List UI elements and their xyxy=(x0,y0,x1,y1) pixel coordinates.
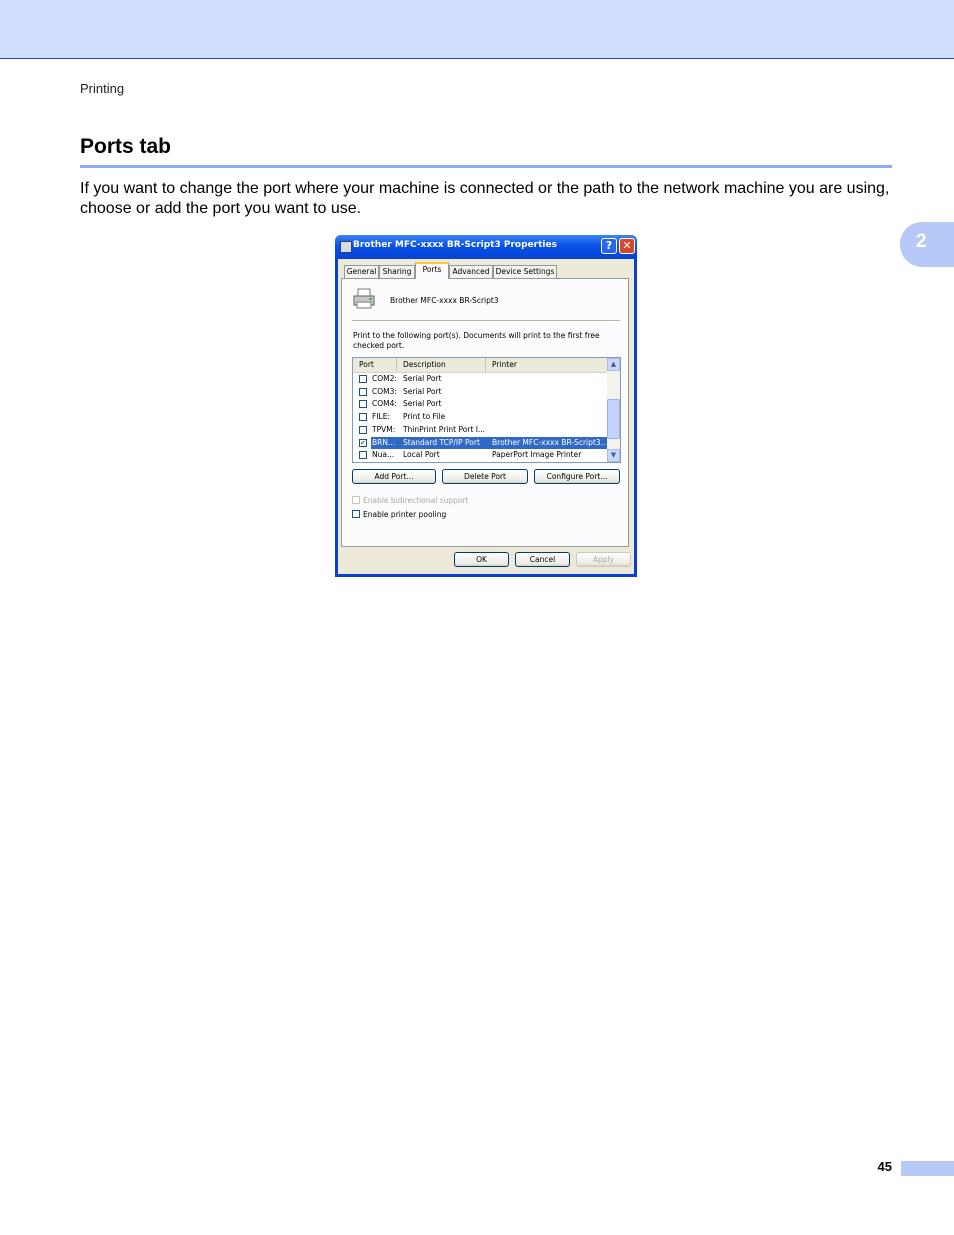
cell-port: FILE: xyxy=(372,412,390,422)
checked-checkbox-icon[interactable]: ✔ xyxy=(359,438,367,447)
add-port-button[interactable]: Add Port... xyxy=(352,469,436,484)
dialog-titlebar[interactable]: Brother MFC-xxxx BR-Script3 Properties ?… xyxy=(335,235,637,259)
page-number: 45 xyxy=(877,1159,892,1174)
body-paragraph: If you want to change the port where you… xyxy=(80,180,890,217)
list-scrollbar[interactable]: ▲ ▼ xyxy=(607,358,620,462)
checkbox-icon xyxy=(352,496,360,504)
section-rule xyxy=(80,165,892,168)
printer-small-icon xyxy=(340,241,352,253)
breadcrumb: Printing xyxy=(80,81,125,96)
page-number-bar xyxy=(901,1161,954,1176)
row-cells: COM2: Serial Port xyxy=(371,373,607,386)
cancel-button[interactable]: Cancel xyxy=(515,552,570,567)
row-cells: BRN... Standard TCP/IP Port Brother MFC-xx… xyxy=(371,436,607,450)
dialog-client: General Sharing Ports Advanced Device Se… xyxy=(338,259,634,574)
port-list[interactable]: Port Description Printer COM2: Serial Por… xyxy=(352,357,621,463)
scroll-thumb[interactable] xyxy=(607,399,620,439)
printer-name: Brother MFC-xxxx BR-Script3 xyxy=(390,296,499,305)
cell-description: Print to File xyxy=(403,412,446,422)
help-button[interactable]: ? xyxy=(601,238,617,254)
properties-dialog: Brother MFC-xxxx BR-Script3 Properties ?… xyxy=(335,235,637,577)
chapter-number: 2 xyxy=(916,231,927,252)
cell-description: Serial Port xyxy=(403,399,442,409)
column-port[interactable]: Port xyxy=(353,358,397,371)
checkbox-icon[interactable] xyxy=(359,451,367,460)
port-row[interactable]: ✔ BRN... Standard TCP/IP Port Brother MFC-x… xyxy=(353,436,607,450)
cell-port: COM2: xyxy=(372,374,397,383)
port-row[interactable]: COM3: Serial Port xyxy=(353,386,607,399)
port-row[interactable]: Nua... Local Port PaperPort Image Printer xyxy=(353,449,607,462)
tab-sharing[interactable]: Sharing xyxy=(379,265,415,278)
pooling-checkbox[interactable]: Enable printer pooling xyxy=(352,510,446,519)
cell-port: COM4: xyxy=(372,399,397,409)
checkbox-icon[interactable] xyxy=(359,425,367,434)
cell-description: Serial Port xyxy=(403,386,442,396)
apply-button[interactable]: Apply xyxy=(576,552,631,567)
tab-ports[interactable]: Ports xyxy=(415,262,449,279)
checkbox-icon[interactable] xyxy=(359,375,367,383)
instruction-text: Print to the following port(s). Document… xyxy=(353,331,600,350)
cell-description: Local Port xyxy=(403,450,440,460)
pooling-label: Enable printer pooling xyxy=(363,510,447,519)
port-row[interactable]: COM4: Serial Port xyxy=(353,398,607,411)
scroll-down-icon[interactable]: ▼ xyxy=(607,449,620,462)
configure-port-button[interactable]: Configure Port... xyxy=(534,469,620,484)
delete-port-button[interactable]: Delete Port xyxy=(442,469,528,484)
row-cells: COM3: Serial Port xyxy=(371,386,607,399)
tab-general[interactable]: General xyxy=(344,265,379,278)
checkbox-icon[interactable] xyxy=(359,413,367,422)
ok-button[interactable]: OK xyxy=(454,552,509,567)
header-band xyxy=(0,0,954,59)
close-button[interactable]: ✕ xyxy=(619,238,635,254)
tab-device-settings[interactable]: Device Settings xyxy=(493,265,557,278)
port-row[interactable]: FILE: Print to File xyxy=(353,411,607,424)
row-cells: FILE: Print to File xyxy=(371,411,607,424)
separator xyxy=(352,320,620,321)
cell-port: Nua... xyxy=(372,450,395,460)
row-cells: Nua... Local Port PaperPort Image Printer xyxy=(371,449,607,462)
tab-advanced[interactable]: Advanced xyxy=(449,265,493,278)
cell-description: Standard TCP/IP Port xyxy=(403,437,480,447)
cell-port: COM3: xyxy=(372,386,397,396)
bidirectional-checkbox[interactable]: Enable bidirectional support xyxy=(352,496,469,505)
port-row[interactable]: COM2: Serial Port xyxy=(353,373,607,386)
cell-printer: Brother MFC-xxxx BR-Script3... xyxy=(492,437,606,447)
ports-panel: Brother MFC-xxxx BR-Script3 Print to the… xyxy=(341,278,629,547)
cell-description: Serial Port xyxy=(403,374,442,383)
port-row[interactable]: TPVM: ThinPrint Print Port I... xyxy=(353,424,607,437)
printer-icon xyxy=(353,288,375,309)
row-cells: TPVM: ThinPrint Print Port I... xyxy=(371,424,607,437)
checkbox-icon[interactable] xyxy=(359,400,367,409)
cell-printer: PaperPort Image Printer xyxy=(492,450,582,460)
list-header: Port Description Printer xyxy=(353,358,607,373)
bidirectional-label: Enable bidirectional support xyxy=(363,496,469,505)
cell-port: TPVM: xyxy=(372,424,396,434)
cell-description: ThinPrint Print Port I... xyxy=(403,424,486,434)
section-title: Ports tab xyxy=(80,135,172,158)
chapter-tab: 2 xyxy=(900,222,954,267)
row-cells: COM4: Serial Port xyxy=(371,398,607,411)
checkbox-icon xyxy=(352,510,360,518)
checkbox-icon[interactable] xyxy=(359,387,367,396)
dialog-title: Brother MFC-xxxx BR-Script3 Properties xyxy=(353,240,557,250)
column-description[interactable]: Description xyxy=(397,358,486,371)
scroll-up-icon[interactable]: ▲ xyxy=(607,358,620,371)
cell-port: BRN... xyxy=(372,437,396,447)
column-printer[interactable]: Printer xyxy=(486,358,607,371)
